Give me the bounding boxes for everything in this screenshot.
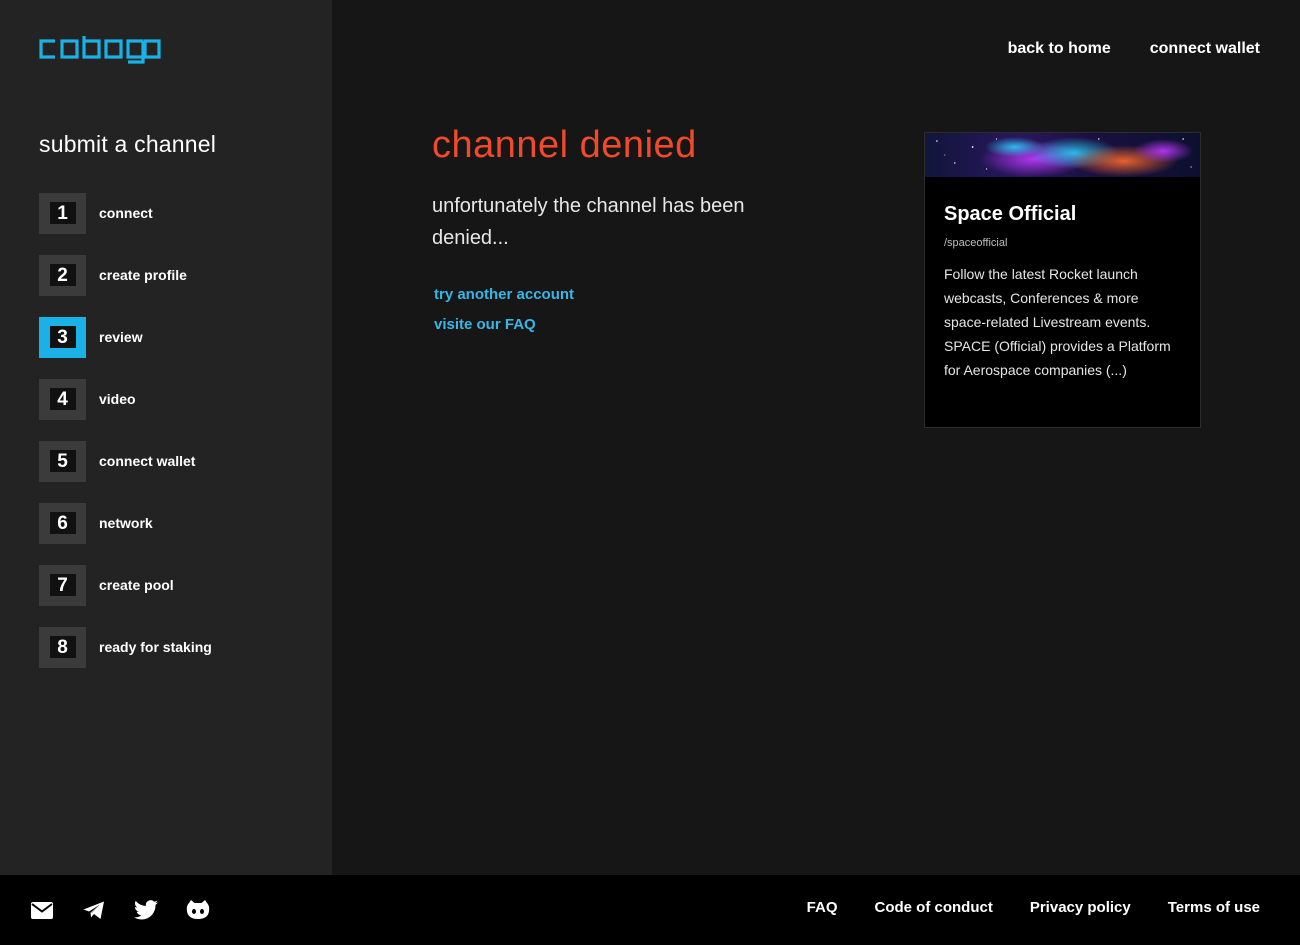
cobogo-logo[interactable] (39, 36, 161, 64)
footer-links: FAQ Code of conduct Privacy policy Terms… (807, 899, 1260, 916)
social-links (30, 898, 210, 922)
step-connect[interactable]: 1 connect (39, 192, 299, 234)
channel-banner-image (925, 133, 1200, 177)
channel-handle: /spaceofficial (944, 237, 1008, 249)
step-number: 2 (49, 264, 76, 286)
step-label: connect (99, 205, 153, 221)
channel-description: Follow the latest Rocket launch webcasts… (944, 266, 1171, 378)
step-number: 7 (49, 574, 76, 596)
step-number-box-active: 3 (39, 316, 86, 358)
twitter-icon[interactable] (134, 898, 158, 922)
step-number-box: 5 (39, 440, 86, 482)
step-label: review (99, 329, 143, 345)
step-label: ready for staking (99, 639, 212, 655)
step-label: network (99, 515, 153, 531)
step-label: create pool (99, 577, 174, 593)
step-label: create profile (99, 267, 187, 283)
page-title: channel denied (432, 124, 697, 166)
action-links: try another account visite our FAQ (434, 280, 574, 340)
back-to-home-link[interactable]: back to home (1008, 40, 1111, 58)
connect-wallet-link[interactable]: connect wallet (1150, 40, 1260, 58)
channel-name: Space Official (944, 203, 1077, 225)
step-video[interactable]: 4 video (39, 378, 299, 420)
sidebar-title: submit a channel (39, 131, 217, 157)
step-number: 6 (49, 512, 76, 534)
step-number: 3 (49, 326, 76, 348)
step-create-pool[interactable]: 7 create pool (39, 564, 299, 606)
faq-link[interactable]: visite our FAQ (434, 310, 574, 340)
step-create-profile[interactable]: 2 create profile (39, 254, 299, 296)
denied-message: unfortunately the channel has been denie… (432, 195, 745, 249)
step-number: 5 (49, 450, 76, 472)
step-connect-wallet[interactable]: 5 connect wallet (39, 440, 299, 482)
step-number-box: 2 (39, 254, 86, 296)
top-nav: back to home connect wallet (1008, 40, 1260, 58)
footer-faq-link[interactable]: FAQ (807, 899, 838, 916)
channel-card: Space Official /spaceofficial Follow the… (924, 132, 1201, 428)
mail-icon[interactable] (30, 898, 54, 922)
step-number-box: 7 (39, 564, 86, 606)
step-number: 4 (49, 388, 76, 410)
step-review[interactable]: 3 review (39, 316, 299, 358)
try-another-account-link[interactable]: try another account (434, 280, 574, 310)
step-label: connect wallet (99, 453, 196, 469)
step-ready-for-staking[interactable]: 8 ready for staking (39, 626, 299, 668)
step-number: 1 (49, 202, 76, 224)
step-number-box: 1 (39, 192, 86, 234)
step-number-box: 6 (39, 502, 86, 544)
github-icon[interactable] (186, 898, 210, 922)
step-number-box: 4 (39, 378, 86, 420)
sidebar: submit a channel 1 connect 2 create prof… (0, 0, 332, 875)
footer-privacy-policy-link[interactable]: Privacy policy (1030, 899, 1131, 916)
footer-code-of-conduct-link[interactable]: Code of conduct (875, 899, 993, 916)
step-number-box: 8 (39, 626, 86, 668)
step-label: video (99, 391, 136, 407)
step-number: 8 (49, 636, 76, 658)
step-network[interactable]: 6 network (39, 502, 299, 544)
telegram-icon[interactable] (82, 898, 106, 922)
footer-terms-of-use-link[interactable]: Terms of use (1168, 899, 1260, 916)
